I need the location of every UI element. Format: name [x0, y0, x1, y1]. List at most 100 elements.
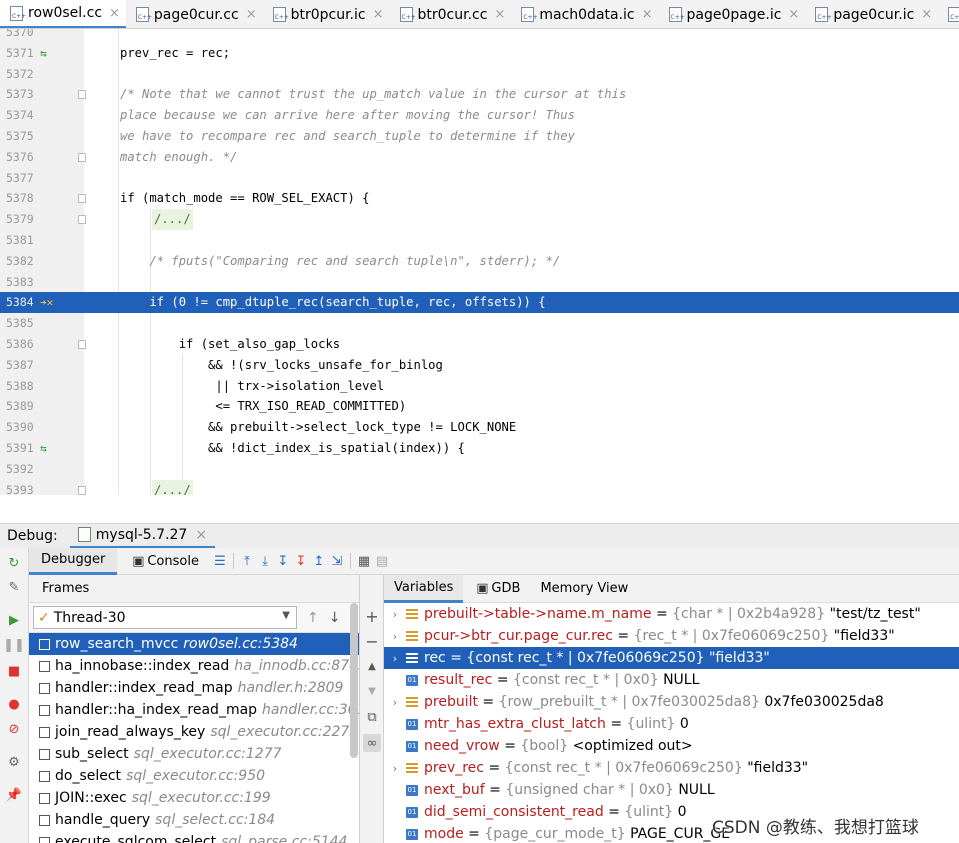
- pin-icon[interactable]: 📌: [5, 786, 23, 804]
- previous-frame-icon[interactable]: ↑: [307, 610, 319, 626]
- code-line[interactable]: 5371 ⇆ prev_rec = rec;: [0, 43, 959, 64]
- add-watch-icon[interactable]: +: [363, 607, 381, 626]
- expand-chevron-icon[interactable]: ›: [388, 630, 402, 643]
- code-line[interactable]: 5387 && !(srv_locks_unsafe_for_binlog: [0, 355, 959, 376]
- editor-tab[interactable]: C++ row0sel.cc ×: [0, 0, 126, 28]
- variable-row[interactable]: › pcur->btr_cur.page_cur.rec = {rec_t * |…: [384, 625, 959, 647]
- close-tab-icon[interactable]: ×: [494, 7, 505, 22]
- code-line[interactable]: 5373 /* Note that we cannot trust the up_…: [0, 84, 959, 105]
- override-icon[interactable]: ⇆: [40, 43, 70, 64]
- fold-icon[interactable]: [78, 152, 86, 162]
- tab-gdb[interactable]: ▣ GDB: [463, 575, 530, 603]
- variable-row[interactable]: › prebuilt->table->name.m_name = {char * …: [384, 603, 959, 625]
- trace-icon[interactable]: ▤: [373, 552, 391, 570]
- editor-tab[interactable]: C++ mach0data.ic ×: [511, 0, 658, 28]
- force-step-into-icon[interactable]: ↧: [292, 552, 310, 570]
- code-line[interactable]: 5377: [0, 168, 959, 189]
- expand-chevron-icon[interactable]: ›: [388, 762, 402, 775]
- code-line[interactable]: 5392: [0, 459, 959, 480]
- execution-line[interactable]: 5384 ➔✕ if (0 != cmp_dtuple_rec(search_tu…: [0, 292, 959, 314]
- fold-icon[interactable]: [78, 194, 86, 204]
- code-line[interactable]: 5389 <= TRX_ISO_READ_COMMITTED): [0, 396, 959, 417]
- duplicate-icon[interactable]: ⧉: [363, 708, 381, 726]
- code-line[interactable]: 5379 /.../: [0, 209, 959, 231]
- show-execution-point-icon[interactable]: ⤒: [238, 552, 256, 570]
- tab-memory-view[interactable]: Memory View: [530, 575, 638, 603]
- expand-chevron-icon[interactable]: ›: [388, 652, 402, 665]
- expand-chevron-icon[interactable]: ›: [388, 696, 402, 709]
- code-line[interactable]: 5382 /* fputs("Comparing rec and search …: [0, 251, 959, 272]
- settings-wrench-icon[interactable]: ✎: [5, 578, 23, 596]
- variable-row[interactable]: › prebuilt = {row_prebuilt_t * | 0x7fe030…: [384, 691, 959, 713]
- move-up-icon[interactable]: ▲: [363, 657, 381, 675]
- close-tab-icon[interactable]: ×: [642, 7, 653, 22]
- stack-frame[interactable]: JOIN::exec sql_executor.cc:199: [29, 787, 359, 809]
- code-line[interactable]: 5393 /.../: [0, 479, 959, 495]
- stop-icon[interactable]: ■: [5, 662, 23, 680]
- move-down-icon[interactable]: ▼: [363, 682, 381, 700]
- stack-frame[interactable]: handle_query sql_select.cc:184: [29, 809, 359, 831]
- editor-tab[interactable]: C++ page0cur.cc ×: [126, 0, 263, 28]
- variable-row[interactable]: › rec = {const rec_t * | 0x7fe06069c250} …: [384, 647, 959, 669]
- editor-tab[interactable]: C++ btr0pcur.ic ×: [263, 0, 390, 28]
- stack-frame[interactable]: sub_select sql_executor.cc:1277: [29, 743, 359, 765]
- close-session-icon[interactable]: ×: [195, 527, 207, 543]
- code-line[interactable]: 5374 place because we can arrive here aft…: [0, 105, 959, 126]
- stack-frame[interactable]: row_search_mvcc row0sel.cc:5384: [29, 633, 359, 655]
- code-line[interactable]: 5391 ⇆ && !dict_index_is_spatial(index)) …: [0, 438, 959, 459]
- folded-code-placeholder[interactable]: /.../: [152, 209, 193, 231]
- step-out-icon[interactable]: ↥: [310, 552, 328, 570]
- tab-debugger[interactable]: Debugger: [29, 547, 118, 575]
- code-line[interactable]: 5370: [0, 29, 959, 43]
- stack-frame[interactable]: execute_sqlcom_select sql_parse.cc:5144: [29, 831, 359, 843]
- show-watches-icon[interactable]: ∞: [363, 734, 381, 752]
- folded-code-placeholder[interactable]: /.../: [152, 479, 193, 495]
- close-tab-icon[interactable]: ×: [246, 7, 257, 22]
- override-icon[interactable]: ⇆: [40, 438, 70, 459]
- evaluate-expression-icon[interactable]: ▦: [355, 552, 373, 570]
- editor-tab[interactable]: C++ btr0cur.cc ×: [390, 0, 512, 28]
- menu-icon[interactable]: ☰: [211, 552, 229, 570]
- variable-row[interactable]: › prev_rec = {const rec_t * | 0x7fe06069c…: [384, 757, 959, 779]
- stack-frame[interactable]: do_select sql_executor.cc:950: [29, 765, 359, 787]
- code-line[interactable]: 5376 match enough. */: [0, 147, 959, 168]
- code-line[interactable]: 5381: [0, 230, 959, 251]
- stack-frame[interactable]: join_read_always_key sql_executor.cc:2275: [29, 721, 359, 743]
- variable-row[interactable]: 01 mtr_has_extra_clust_latch = {ulint} 0: [384, 713, 959, 735]
- thread-dropdown[interactable]: ✓ Thread-30 ▼: [33, 606, 297, 629]
- resume-icon[interactable]: ▶: [5, 611, 23, 629]
- close-tab-icon[interactable]: ×: [788, 7, 799, 22]
- close-tab-icon[interactable]: ×: [109, 6, 120, 21]
- step-over-icon[interactable]: ⤓: [256, 552, 274, 570]
- remove-watch-icon[interactable]: −: [363, 632, 381, 651]
- stack-frame[interactable]: handler::ha_index_read_maphandler.cc:303…: [29, 699, 359, 721]
- rerun-icon[interactable]: ↻: [5, 554, 23, 572]
- stack-frame[interactable]: ha_innobase::index_read ha_innodb.cc:8745: [29, 655, 359, 677]
- variable-row[interactable]: 01 need_vrow = {bool} <optimized out>: [384, 735, 959, 757]
- editor-tab[interactable]: C++ page0cur.ic ×: [805, 0, 938, 28]
- variable-row[interactable]: 01 result_rec = {const rec_t * | 0x0} NUL…: [384, 669, 959, 691]
- editor-tab[interactable]: C++ha_i: [938, 0, 959, 28]
- gear-icon[interactable]: ⚙: [5, 753, 23, 771]
- tab-variables[interactable]: Variables: [384, 575, 464, 603]
- fold-icon[interactable]: [78, 215, 86, 225]
- editor-tab[interactable]: C++ page0page.ic ×: [659, 0, 806, 28]
- execution-point-icon[interactable]: ➔✕: [40, 292, 70, 313]
- code-editor[interactable]: 5370 5371 ⇆ prev_rec = rec; 5372 5373 /* Note …: [0, 29, 959, 495]
- next-frame-icon[interactable]: ↓: [329, 610, 341, 626]
- run-to-cursor-icon[interactable]: ⇲: [328, 552, 346, 570]
- pause-icon[interactable]: ❚❚: [3, 636, 25, 654]
- frames-scrollbar[interactable]: [350, 603, 358, 758]
- fold-icon[interactable]: [78, 340, 86, 349]
- stack-frame[interactable]: handler::index_read_map handler.h:2809: [29, 677, 359, 699]
- debug-session-tab[interactable]: mysql-5.7.27 ×: [69, 524, 216, 549]
- code-line[interactable]: 5385: [0, 313, 959, 334]
- variable-row[interactable]: 01 next_buf = {unsigned char * | 0x0} NUL…: [384, 779, 959, 801]
- code-line[interactable]: 5378 if (match_mode == ROW_SEL_EXACT) {: [0, 188, 959, 209]
- code-line[interactable]: 5388 || trx->isolation_level: [0, 376, 959, 397]
- view-breakpoints-icon[interactable]: ●: [5, 695, 23, 713]
- code-line[interactable]: 5372: [0, 64, 959, 85]
- fold-icon[interactable]: [78, 485, 86, 495]
- mute-breakpoints-icon[interactable]: ⊘: [5, 720, 23, 738]
- close-tab-icon[interactable]: ×: [921, 7, 932, 22]
